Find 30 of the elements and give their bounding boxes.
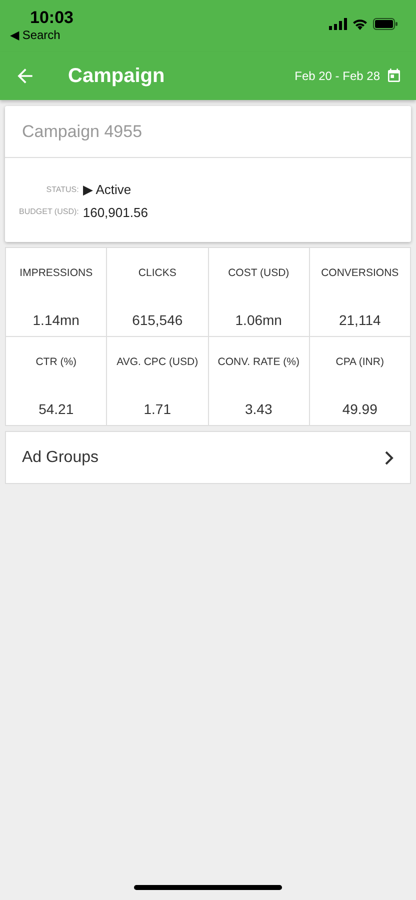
wifi-icon [352, 18, 368, 30]
field-value: ▶ Active [82, 181, 132, 199]
metric-label: CTR (%) [36, 355, 77, 370]
metric-value: 1.14mn [32, 310, 80, 330]
metric-value: 54.21 [38, 400, 74, 419]
metric-value: 1.06mn [235, 310, 282, 330]
signal-icon [329, 18, 347, 30]
metric-label: IMPRESSIONS [20, 266, 93, 281]
metric-label: CONV. RATE (%) [218, 355, 300, 370]
back-to-app-link[interactable]: ◀ Search [10, 28, 74, 42]
metric-value: 1.71 [144, 400, 171, 419]
metric-value: 615,546 [132, 310, 183, 330]
metric-label: AVG. CPC (USD) [116, 355, 198, 370]
campaign-name: Campaign 4955 [22, 120, 142, 143]
metric-label: CONVERSIONS [321, 266, 399, 281]
clock: 10:03 [29, 8, 74, 28]
metric-label: CLICKS [138, 266, 176, 281]
battery-icon [373, 18, 398, 30]
field-label: STATUS: [45, 184, 79, 196]
chevron-right-icon [384, 450, 394, 466]
field-label: BUDGET (USD): [19, 206, 79, 218]
page-title: Campaign [68, 64, 166, 89]
calendar-icon[interactable] [386, 68, 402, 84]
metric-value: 49.99 [342, 400, 378, 419]
field-value: 160,901.56 [82, 204, 149, 222]
metric-value: 3.43 [245, 400, 272, 419]
metric-label: CPA (INR) [336, 355, 384, 370]
metric-label: COST (USD) [228, 266, 290, 281]
metric-value: 21,114 [338, 310, 381, 330]
ad-groups-row[interactable]: Ad Groups [5, 431, 411, 484]
